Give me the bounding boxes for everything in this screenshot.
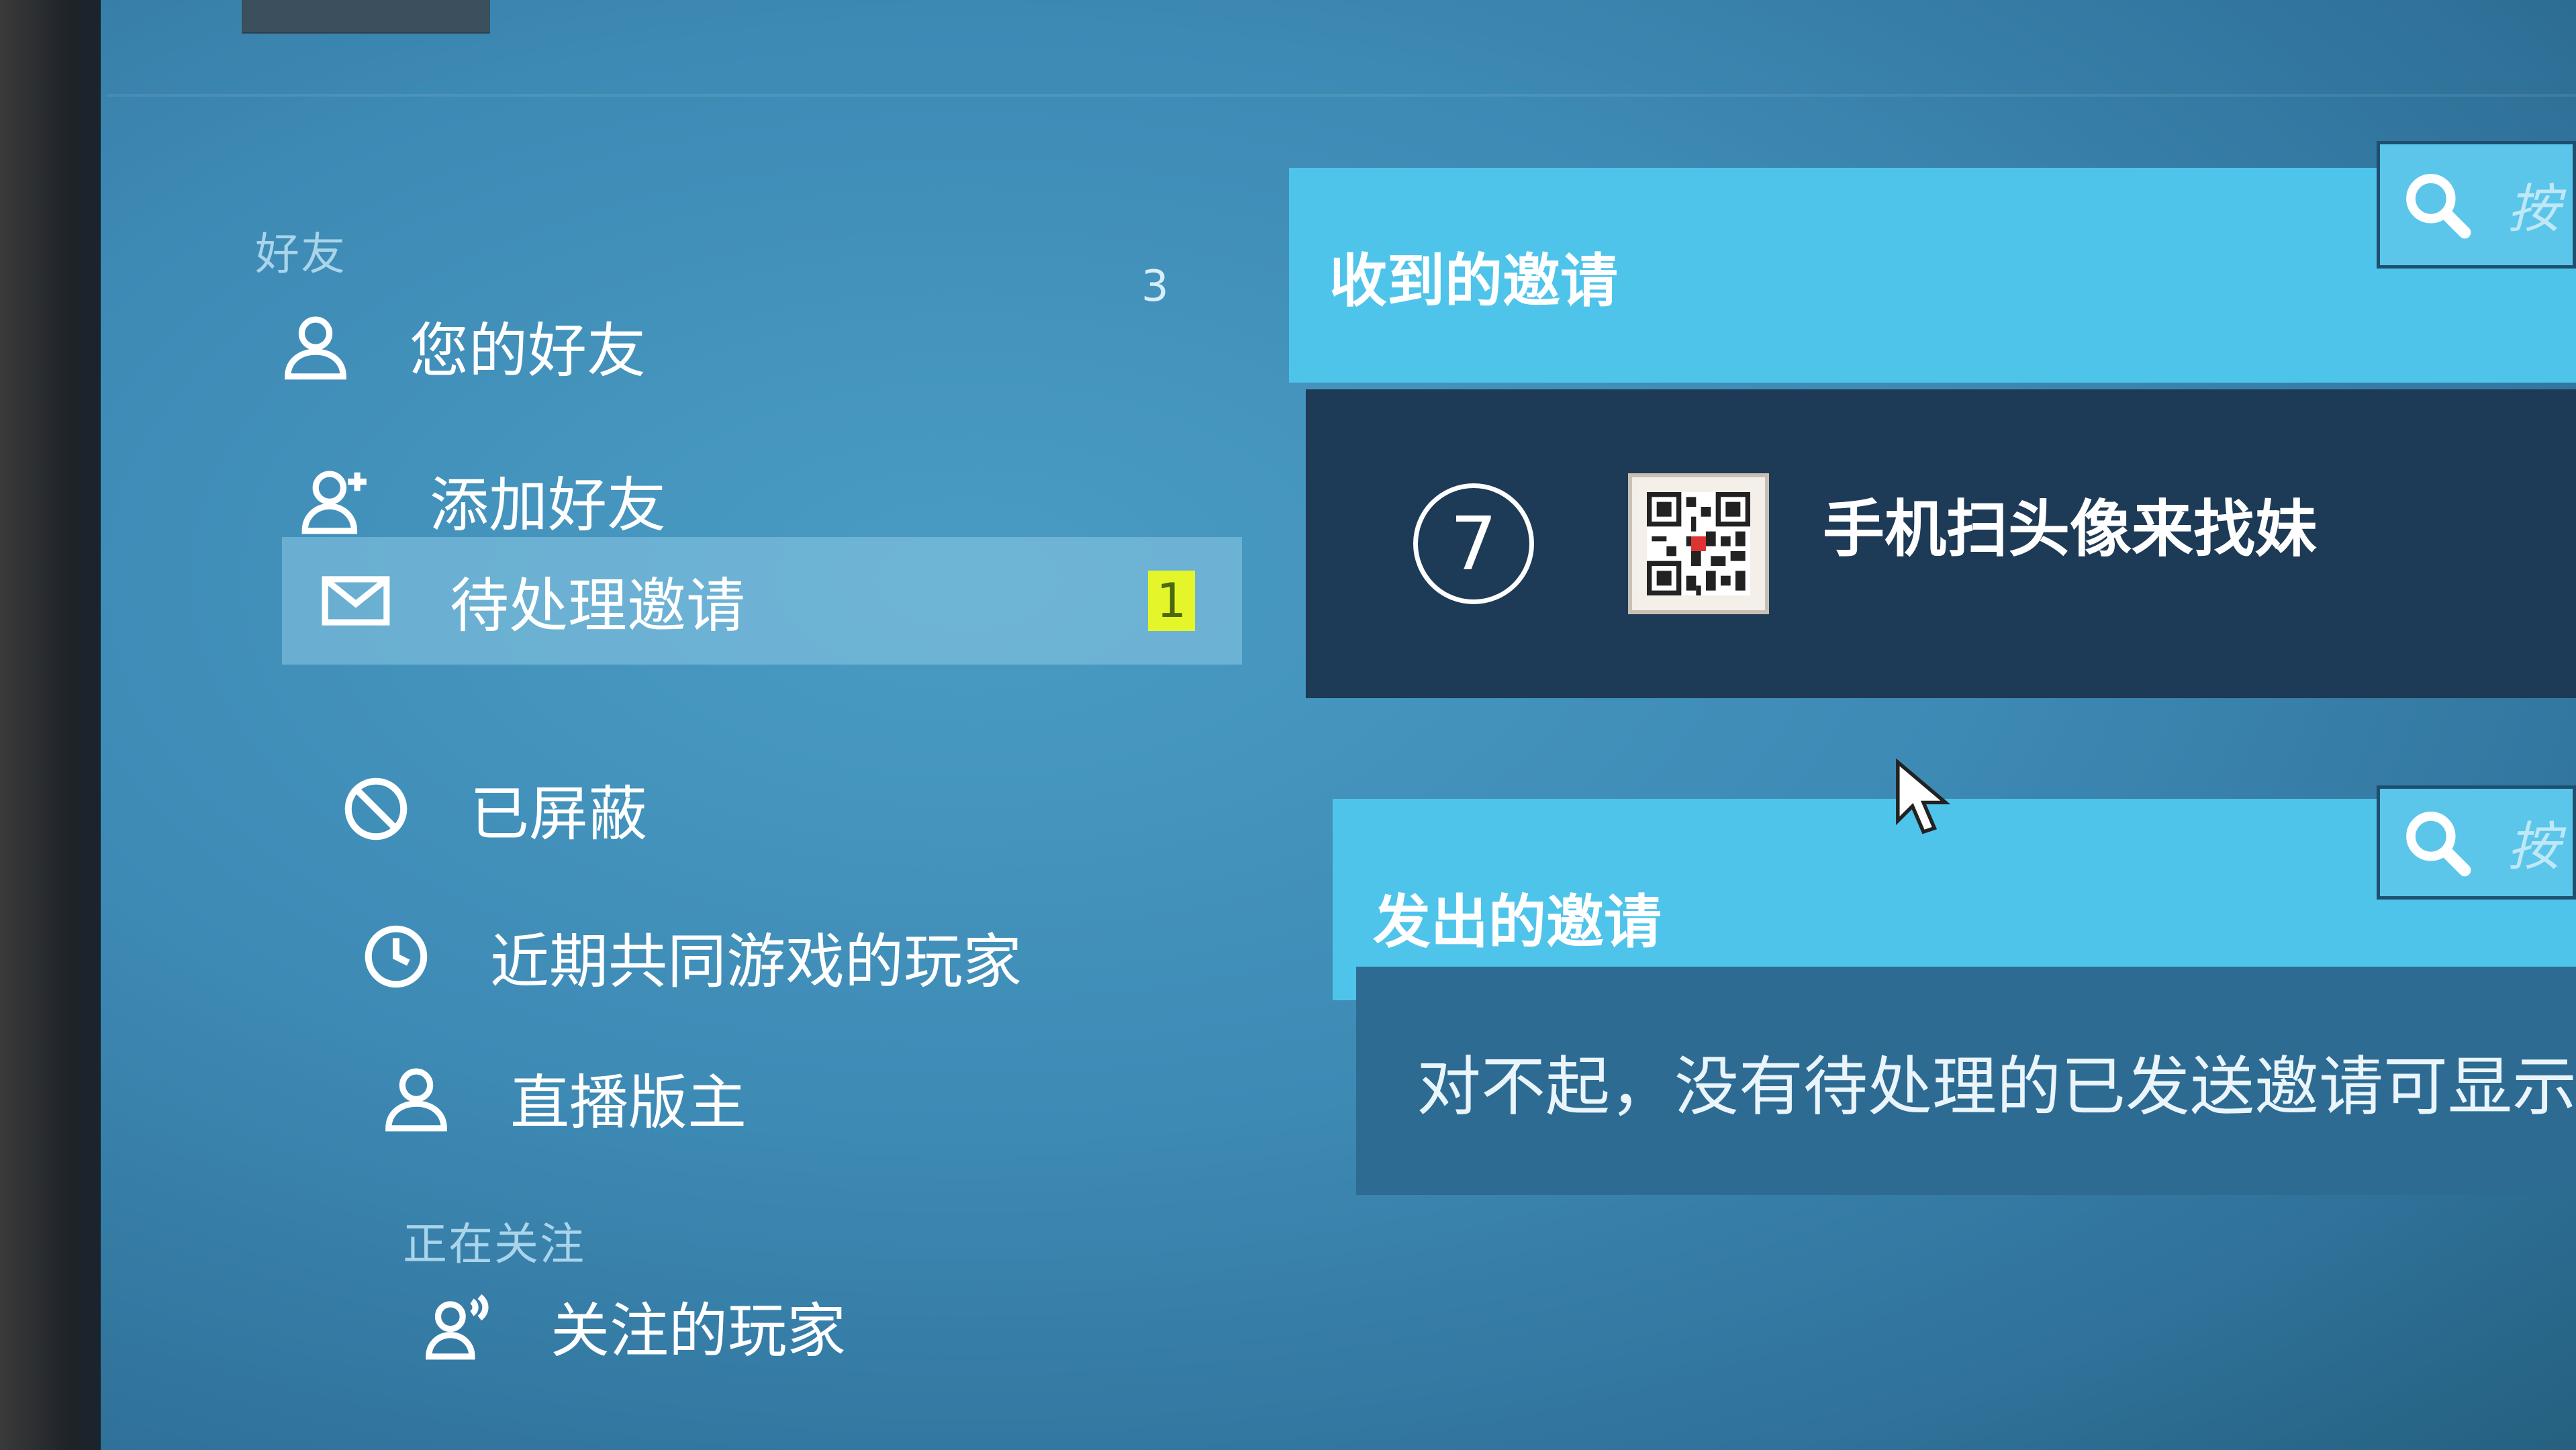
followed-person-icon — [416, 1286, 497, 1366]
qr-code-avatar[interactable] — [1628, 473, 1769, 614]
sidebar-item-label: 添加好友 — [430, 470, 667, 540]
pending-badge: 1 — [1148, 571, 1195, 631]
invite-row[interactable]: 7 手机扫头像来找妹 — [1306, 389, 2576, 698]
blocked-icon — [336, 769, 416, 849]
qr-code-icon — [1647, 492, 1750, 595]
clock-icon — [356, 916, 436, 997]
sidebar-item-pending-invites[interactable]: 待处理邀请 — [282, 537, 1242, 665]
sidebar-item-recent-players[interactable]: 近期共同游戏的玩家 — [356, 893, 1022, 1020]
panel-title: 发出的邀请 — [1373, 888, 1662, 956]
empty-message-text: 对不起，没有待处理的已发送邀请可显示 — [1417, 1049, 2576, 1124]
sidebar-item-blocked[interactable]: 已屏蔽 — [336, 745, 647, 873]
person-icon — [376, 1057, 457, 1138]
search-placeholder: 按 — [2508, 817, 2561, 877]
player-level-badge: 7 — [1413, 483, 1534, 604]
panel-title: 收到的邀请 — [1329, 247, 1618, 315]
sidebar-item-label: 近期共同游戏的玩家 — [490, 926, 1022, 996]
divider — [107, 94, 2576, 97]
sidebar-item-label: 已屏蔽 — [470, 779, 648, 849]
received-search-input[interactable]: 按 — [2377, 141, 2576, 269]
sidebar-item-label: 直播版主 — [510, 1067, 747, 1137]
sidebar-item-followed-players[interactable]: 关注的玩家 — [416, 1262, 846, 1390]
top-bar-stub — [242, 0, 490, 34]
envelope-icon — [316, 561, 396, 641]
invite-player-name[interactable]: 手机扫头像来找妹 — [1823, 479, 2317, 569]
search-icon — [2406, 174, 2471, 239]
sidebar-item-label: 您的好友 — [410, 316, 647, 385]
search-icon — [2406, 812, 2471, 877]
mouse-cursor-icon — [1896, 759, 1951, 834]
sidebar-item-broadcast-moderators[interactable]: 直播版主 — [376, 1034, 747, 1161]
sidebar-item-your-friends[interactable]: 您的好友 — [275, 282, 646, 409]
search-placeholder: 按 — [2508, 179, 2561, 240]
section-label-friends: 好友 — [255, 228, 346, 280]
sidebar-item-label: 待处理邀请 — [450, 571, 746, 640]
add-person-icon — [295, 460, 376, 540]
player-level: 7 — [1450, 501, 1497, 587]
sent-empty-message: 对不起，没有待处理的已发送邀请可显示 — [1356, 967, 2576, 1195]
sidebar-item-label: 关注的玩家 — [551, 1296, 847, 1365]
sent-search-input[interactable]: 按 — [2377, 785, 2576, 900]
person-icon — [275, 305, 356, 386]
friends-count: 3 — [1141, 262, 1169, 311]
